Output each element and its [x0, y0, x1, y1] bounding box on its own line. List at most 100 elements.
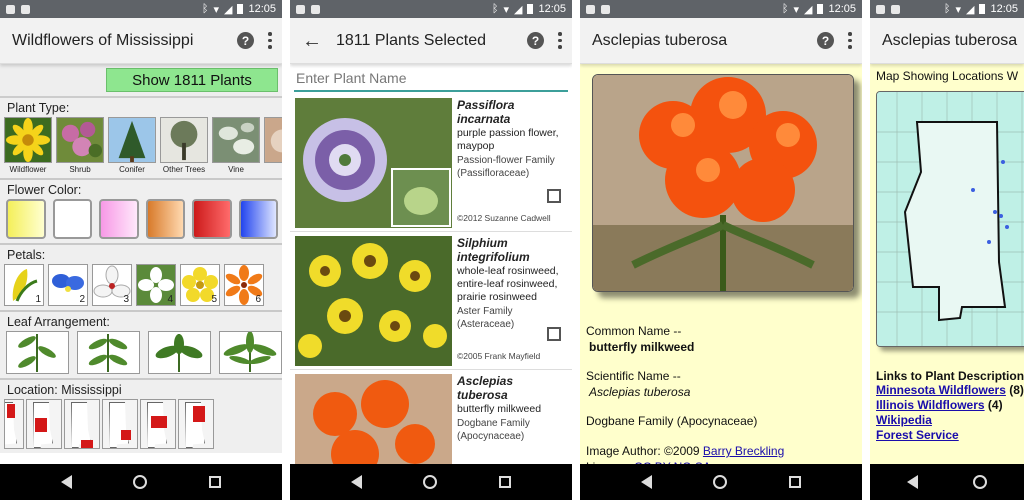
recents-nav-icon[interactable]	[209, 476, 222, 488]
plant-photo-large[interactable]	[592, 74, 854, 292]
link-forest-service[interactable]: Forest Service	[876, 428, 959, 442]
flower-color-swatch-orange[interactable]	[145, 199, 185, 239]
link-minnesota-wildflowers[interactable]: Minnesota Wildflowers	[876, 383, 1006, 397]
home-nav-icon[interactable]	[133, 475, 148, 489]
battery-icon	[817, 4, 824, 14]
list-item[interactable]: Passiflora incarnata purple passion flow…	[290, 94, 572, 232]
location-region-delta[interactable]	[26, 399, 62, 449]
common-name: purple passion flower, maypop	[457, 127, 559, 153]
flower-color-swatch-white[interactable]	[52, 199, 92, 239]
home-nav-icon[interactable]	[713, 475, 728, 489]
wifi-icon: ▾	[955, 3, 961, 16]
more-options-icon[interactable]	[848, 32, 852, 49]
link-row: Forest Service	[876, 428, 1018, 443]
petal-count-1[interactable]: 1	[4, 264, 44, 306]
location-region-south[interactable]	[64, 399, 100, 449]
location-region-northeast[interactable]	[178, 399, 214, 449]
show-plants-row: Show 1811 Plants	[0, 64, 282, 98]
scientific-name-label: Scientific Name --	[586, 369, 681, 384]
plant-type-caption: Wildflower	[9, 165, 47, 174]
link-wikipedia[interactable]: Wikipedia	[876, 413, 932, 427]
screen-plant-map: ᛒ ▾ ◢ 12:05 Asclepias tuberosa Map Showing …	[870, 0, 1024, 500]
flower-color-swatch-blue[interactable]	[238, 199, 278, 239]
back-nav-icon[interactable]	[60, 475, 72, 489]
system-nav-bar	[0, 464, 282, 500]
bluetooth-icon: ᛒ	[943, 3, 951, 15]
screen-plant-detail: ᛒ ▾ ◢ 12:05 Asclepias tuberosa ? Common Nam…	[580, 0, 862, 500]
help-icon[interactable]: ?	[237, 32, 254, 49]
bluetooth-icon: ᛒ	[201, 3, 209, 15]
distribution-map[interactable]	[876, 91, 1024, 347]
image-icon	[296, 4, 305, 14]
author-link[interactable]: Barry Breckling	[703, 444, 784, 458]
petal-count-2[interactable]: 2	[48, 264, 88, 306]
plant-type-shrub[interactable]: Shrub	[56, 117, 104, 174]
petal-count-6[interactable]: 6	[224, 264, 264, 306]
clock: 12:05	[538, 3, 566, 15]
plant-type-conifer[interactable]: Conifer	[108, 117, 156, 174]
links-heading: Links to Plant Descriptions	[876, 369, 1024, 383]
home-nav-icon[interactable]	[972, 475, 987, 489]
flower-color-swatch-yellow[interactable]	[6, 199, 46, 239]
plant-type-other[interactable]	[264, 117, 282, 174]
status-bar: ᛒ ▾ ◢ 12:05	[0, 0, 282, 18]
back-nav-icon[interactable]	[350, 475, 362, 489]
help-icon[interactable]: ?	[817, 32, 834, 49]
page-title: 1811 Plants Selected	[336, 31, 487, 49]
flower-color-swatch-red[interactable]	[192, 199, 232, 239]
plant-type-label: Plant Type:	[7, 101, 70, 115]
flower-color-label: Flower Color:	[7, 183, 82, 197]
common-name: butterfly milkweed	[457, 403, 542, 415]
list-item[interactable]: Silphium integrifolium whole-leaf rosinw…	[290, 232, 572, 370]
image-icon	[586, 4, 595, 14]
leaf-alternate[interactable]	[6, 331, 69, 374]
link-row: Wikipedia	[876, 413, 1018, 428]
location-region-northwest[interactable]	[4, 399, 24, 449]
bluetooth-icon: ᛒ	[491, 3, 499, 15]
back-nav-icon[interactable]	[907, 475, 919, 489]
plant-type-vine[interactable]: Vine	[212, 117, 260, 174]
plant-type-wildflower[interactable]: Wildflower	[4, 117, 52, 174]
plant-type-other-trees[interactable]: Other Trees	[160, 117, 208, 174]
leaf-opposite[interactable]	[77, 331, 140, 374]
petal-count-4[interactable]: 4	[136, 264, 176, 306]
android-icon	[21, 4, 30, 14]
flower-color-swatch-pink[interactable]	[99, 199, 139, 239]
common-name-value: butterfly milkweed	[589, 339, 695, 354]
select-checkbox[interactable]	[547, 327, 561, 341]
more-options-icon[interactable]	[268, 32, 272, 49]
photo-credit: ©2005 Frank Mayfield	[457, 351, 541, 361]
home-nav-icon[interactable]	[423, 475, 438, 489]
leaf-arrangement-label: Leaf Arrangement:	[7, 315, 110, 329]
back-nav-icon[interactable]	[640, 475, 652, 489]
plant-type-section: Plant Type: Wildflower Shrub Conifer Oth…	[0, 98, 282, 180]
leaf-basal[interactable]	[219, 331, 282, 374]
leaf-whorled[interactable]	[148, 331, 211, 374]
image-author: Image Author: ©2009 Barry Breckling	[586, 443, 785, 458]
wifi-icon: ▾	[503, 3, 509, 16]
link-row: Minnesota Wildflowers (8)	[876, 383, 1024, 397]
android-icon	[311, 4, 320, 14]
family-name: Dogbane Family (Apocynaceae)	[457, 418, 530, 442]
location-region-southeast[interactable]	[102, 399, 138, 449]
plant-detail-content: Common Name -- butterfly milkweed Scient…	[580, 64, 862, 474]
plant-name-input[interactable]	[294, 66, 568, 92]
select-checkbox[interactable]	[547, 189, 561, 203]
status-bar: ᛒ ▾ ◢ 12:05	[290, 0, 572, 18]
show-plants-button[interactable]: Show 1811 Plants	[106, 68, 278, 92]
help-icon[interactable]: ?	[527, 32, 544, 49]
location-region-east-central[interactable]	[140, 399, 176, 449]
signal-icon: ◢	[224, 3, 233, 16]
plant-type-caption: Vine	[228, 165, 244, 174]
link-illinois-wildflowers[interactable]: Illinois Wildflowers	[876, 398, 985, 412]
petal-count-5[interactable]: 5	[180, 264, 220, 306]
petal-count-3[interactable]: 3	[92, 264, 132, 306]
common-name-label: Common Name --	[586, 324, 682, 338]
plant-type-caption: Conifer	[119, 165, 145, 174]
more-options-icon[interactable]	[558, 32, 562, 49]
recents-nav-icon[interactable]	[789, 476, 802, 488]
back-arrow-icon[interactable]: ←	[302, 31, 322, 51]
status-bar: ᛒ ▾ ◢ 12:05	[580, 0, 862, 18]
recents-nav-icon[interactable]	[499, 476, 512, 488]
screen-search-filters: ᛒ ▾ ◢ 12:05 Wildflowers of Mississippi ? Sh…	[0, 0, 282, 500]
